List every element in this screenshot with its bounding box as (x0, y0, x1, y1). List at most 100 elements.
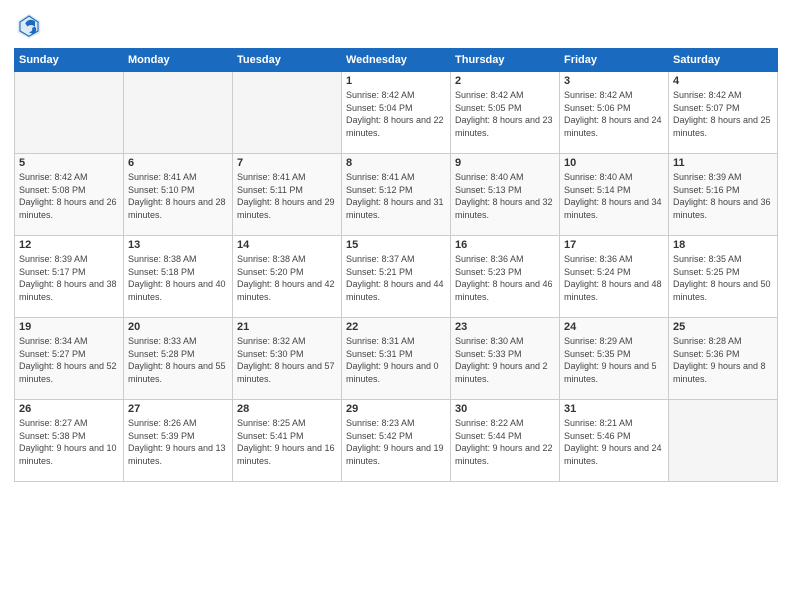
page: SundayMondayTuesdayWednesdayThursdayFrid… (0, 0, 792, 612)
calendar-week-row: 19 Sunrise: 8:34 AM Sunset: 5:27 PM Dayli… (15, 318, 778, 400)
day-info: Sunrise: 8:34 AM Sunset: 5:27 PM Dayligh… (19, 335, 119, 385)
day-number: 27 (128, 403, 228, 415)
day-info: Sunrise: 8:37 AM Sunset: 5:21 PM Dayligh… (346, 253, 446, 303)
calendar-cell: 26 Sunrise: 8:27 AM Sunset: 5:38 PM Dayli… (15, 400, 124, 482)
header (14, 10, 778, 40)
calendar-cell (669, 400, 778, 482)
day-number: 25 (673, 321, 773, 333)
calendar-cell (233, 72, 342, 154)
calendar-cell: 9Sunrise: 8:40 AM Sunset: 5:13 PM Daylig… (451, 154, 560, 236)
day-info: Sunrise: 8:41 AM Sunset: 5:10 PM Dayligh… (128, 171, 228, 221)
calendar-cell: 29 Sunrise: 8:23 AM Sunset: 5:42 PM Dayli… (342, 400, 451, 482)
day-number: 21 (237, 321, 337, 333)
calendar-cell: 1 Sunrise: 8:42 AM Sunset: 5:04 PM Daylig… (342, 72, 451, 154)
day-info: Sunrise: 8:36 AM Sunset: 5:23 PM Dayligh… (455, 253, 555, 303)
day-info: Sunrise: 8:42 AM Sunset: 5:06 PM Dayligh… (564, 89, 664, 139)
calendar-table: SundayMondayTuesdayWednesdayThursdayFrid… (14, 48, 778, 482)
calendar-cell: 4 Sunrise: 8:42 AM Sunset: 5:07 PM Daylig… (669, 72, 778, 154)
day-number: 7 (237, 157, 337, 169)
day-number: 8 (346, 157, 446, 169)
day-number: 29 (346, 403, 446, 415)
day-info: Sunrise: 8:28 AM Sunset: 5:36 PM Dayligh… (673, 335, 773, 385)
day-number: 16 (455, 239, 555, 251)
calendar-cell: 20Sunrise: 8:33 AM Sunset: 5:28 PM Dayli… (124, 318, 233, 400)
day-number: 18 (673, 239, 773, 251)
calendar-cell: 31 Sunrise: 8:21 AM Sunset: 5:46 PM Dayli… (560, 400, 669, 482)
calendar-cell: 16 Sunrise: 8:36 AM Sunset: 5:23 PM Dayli… (451, 236, 560, 318)
day-number: 30 (455, 403, 555, 415)
day-number: 14 (237, 239, 337, 251)
day-info: Sunrise: 8:31 AM Sunset: 5:31 PM Dayligh… (346, 335, 446, 385)
day-number: 17 (564, 239, 664, 251)
calendar-cell (124, 72, 233, 154)
day-number: 12 (19, 239, 119, 251)
day-info: Sunrise: 8:39 AM Sunset: 5:17 PM Dayligh… (19, 253, 119, 303)
calendar-header-tuesday: Tuesday (233, 49, 342, 72)
day-number: 2 (455, 75, 555, 87)
calendar-cell: 24 Sunrise: 8:29 AM Sunset: 5:35 PM Dayli… (560, 318, 669, 400)
calendar-cell: 14 Sunrise: 8:38 AM Sunset: 5:20 PM Dayli… (233, 236, 342, 318)
calendar-cell: 7 Sunrise: 8:41 AM Sunset: 5:11 PM Daylig… (233, 154, 342, 236)
day-number: 3 (564, 75, 664, 87)
calendar-cell: 27Sunrise: 8:26 AM Sunset: 5:39 PM Dayli… (124, 400, 233, 482)
calendar-cell: 3 Sunrise: 8:42 AM Sunset: 5:06 PM Daylig… (560, 72, 669, 154)
day-info: Sunrise: 8:39 AM Sunset: 5:16 PM Dayligh… (673, 171, 773, 221)
day-info: Sunrise: 8:41 AM Sunset: 5:11 PM Dayligh… (237, 171, 337, 221)
day-number: 11 (673, 157, 773, 169)
day-number: 19 (19, 321, 119, 333)
day-info: Sunrise: 8:42 AM Sunset: 5:08 PM Dayligh… (19, 171, 119, 221)
calendar-header-row: SundayMondayTuesdayWednesdayThursdayFrid… (15, 49, 778, 72)
day-info: Sunrise: 8:42 AM Sunset: 5:04 PM Dayligh… (346, 89, 446, 139)
calendar-week-row: 1 Sunrise: 8:42 AM Sunset: 5:04 PM Daylig… (15, 72, 778, 154)
day-number: 15 (346, 239, 446, 251)
day-info: Sunrise: 8:42 AM Sunset: 5:05 PM Dayligh… (455, 89, 555, 139)
calendar-cell: 23Sunrise: 8:30 AM Sunset: 5:33 PM Dayli… (451, 318, 560, 400)
day-info: Sunrise: 8:29 AM Sunset: 5:35 PM Dayligh… (564, 335, 664, 385)
day-info: Sunrise: 8:23 AM Sunset: 5:42 PM Dayligh… (346, 417, 446, 467)
day-info: Sunrise: 8:30 AM Sunset: 5:33 PM Dayligh… (455, 335, 555, 385)
day-info: Sunrise: 8:40 AM Sunset: 5:14 PM Dayligh… (564, 171, 664, 221)
calendar-header-sunday: Sunday (15, 49, 124, 72)
day-info: Sunrise: 8:33 AM Sunset: 5:28 PM Dayligh… (128, 335, 228, 385)
calendar-header-wednesday: Wednesday (342, 49, 451, 72)
day-number: 5 (19, 157, 119, 169)
calendar-header-friday: Friday (560, 49, 669, 72)
calendar-cell: 5 Sunrise: 8:42 AM Sunset: 5:08 PM Daylig… (15, 154, 124, 236)
day-number: 10 (564, 157, 664, 169)
calendar-cell: 21 Sunrise: 8:32 AM Sunset: 5:30 PM Dayli… (233, 318, 342, 400)
day-info: Sunrise: 8:22 AM Sunset: 5:44 PM Dayligh… (455, 417, 555, 467)
day-info: Sunrise: 8:42 AM Sunset: 5:07 PM Dayligh… (673, 89, 773, 139)
logo-icon (14, 10, 44, 40)
day-number: 6 (128, 157, 228, 169)
calendar-cell: 2 Sunrise: 8:42 AM Sunset: 5:05 PM Daylig… (451, 72, 560, 154)
calendar-week-row: 5 Sunrise: 8:42 AM Sunset: 5:08 PM Daylig… (15, 154, 778, 236)
calendar-cell: 30 Sunrise: 8:22 AM Sunset: 5:44 PM Dayli… (451, 400, 560, 482)
day-info: Sunrise: 8:25 AM Sunset: 5:41 PM Dayligh… (237, 417, 337, 467)
day-info: Sunrise: 8:21 AM Sunset: 5:46 PM Dayligh… (564, 417, 664, 467)
logo (14, 10, 48, 40)
day-number: 31 (564, 403, 664, 415)
calendar-cell: 19 Sunrise: 8:34 AM Sunset: 5:27 PM Dayli… (15, 318, 124, 400)
calendar-cell: 18Sunrise: 8:35 AM Sunset: 5:25 PM Dayli… (669, 236, 778, 318)
day-number: 4 (673, 75, 773, 87)
calendar-cell: 28 Sunrise: 8:25 AM Sunset: 5:41 PM Dayli… (233, 400, 342, 482)
calendar-header-thursday: Thursday (451, 49, 560, 72)
calendar-cell: 8 Sunrise: 8:41 AM Sunset: 5:12 PM Daylig… (342, 154, 451, 236)
day-info: Sunrise: 8:27 AM Sunset: 5:38 PM Dayligh… (19, 417, 119, 467)
day-info: Sunrise: 8:32 AM Sunset: 5:30 PM Dayligh… (237, 335, 337, 385)
calendar-header-saturday: Saturday (669, 49, 778, 72)
calendar-week-row: 26 Sunrise: 8:27 AM Sunset: 5:38 PM Dayli… (15, 400, 778, 482)
day-info: Sunrise: 8:36 AM Sunset: 5:24 PM Dayligh… (564, 253, 664, 303)
calendar-header-monday: Monday (124, 49, 233, 72)
day-info: Sunrise: 8:38 AM Sunset: 5:20 PM Dayligh… (237, 253, 337, 303)
day-info: Sunrise: 8:41 AM Sunset: 5:12 PM Dayligh… (346, 171, 446, 221)
calendar-cell: 12 Sunrise: 8:39 AM Sunset: 5:17 PM Dayli… (15, 236, 124, 318)
day-number: 24 (564, 321, 664, 333)
calendar-cell: 6 Sunrise: 8:41 AM Sunset: 5:10 PM Daylig… (124, 154, 233, 236)
day-number: 1 (346, 75, 446, 87)
day-number: 26 (19, 403, 119, 415)
day-number: 28 (237, 403, 337, 415)
calendar-cell: 11 Sunrise: 8:39 AM Sunset: 5:16 PM Dayli… (669, 154, 778, 236)
day-number: 13 (128, 239, 228, 251)
calendar-cell: 22Sunrise: 8:31 AM Sunset: 5:31 PM Dayli… (342, 318, 451, 400)
